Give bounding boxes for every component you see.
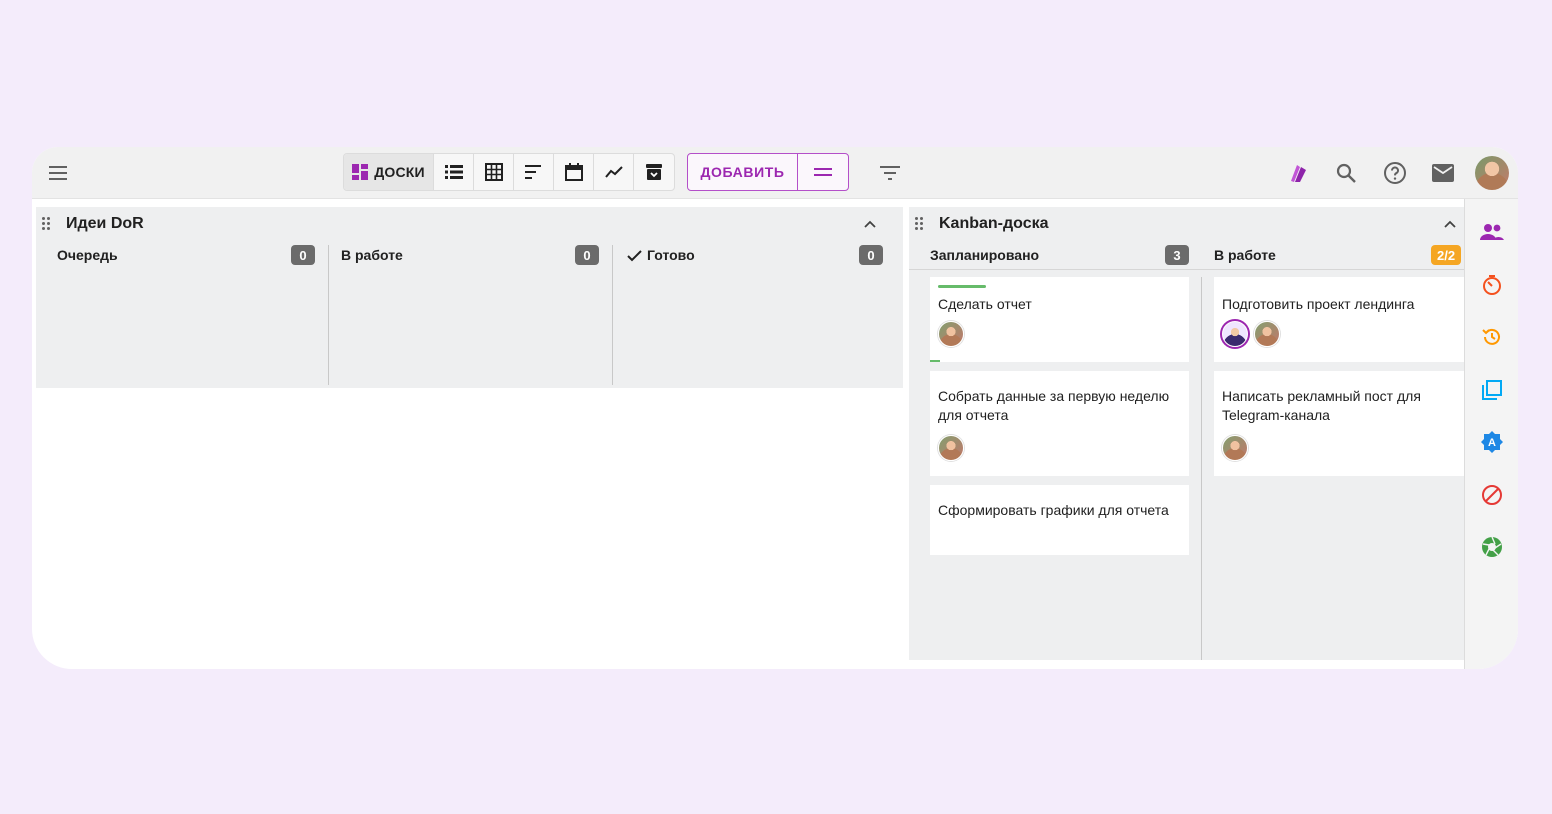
view-boards-button[interactable]: ДОСКИ [344, 154, 434, 190]
view-chart-button[interactable] [594, 154, 634, 190]
view-list-button[interactable] [434, 154, 474, 190]
view-gantt-button[interactable] [514, 154, 554, 190]
column-title: Очередь [57, 247, 118, 263]
column-working: В работе 2/2 Подготовить проект лендинга… [1193, 241, 1464, 651]
timer-icon[interactable] [1479, 272, 1505, 298]
assignee-avatar[interactable] [1222, 321, 1248, 347]
column-queue: Очередь 0 [36, 241, 320, 381]
search-icon[interactable] [1332, 159, 1360, 187]
assignee-avatar[interactable] [938, 435, 964, 461]
task-card[interactable]: Сделать отчет [930, 277, 1189, 362]
grid-icon [484, 163, 503, 181]
people-icon[interactable] [1479, 219, 1505, 245]
list-icon [444, 165, 463, 179]
archive-icon [646, 164, 662, 180]
board-title: Kanban-доска [939, 215, 1049, 232]
user-avatar[interactable] [1475, 156, 1509, 190]
help-icon[interactable] [1381, 159, 1409, 187]
aperture-icon[interactable] [1479, 534, 1505, 560]
filter-icon[interactable] [878, 161, 902, 185]
equals-icon [814, 168, 832, 176]
column-header[interactable]: Запланировано 3 [909, 241, 1193, 269]
card-title: Написать рекламный пост для Telegram-кан… [1222, 388, 1421, 423]
history-icon[interactable] [1479, 324, 1505, 350]
copy-icon[interactable] [1479, 377, 1505, 403]
boards-icon [352, 164, 369, 180]
menu-icon[interactable] [46, 161, 70, 185]
board-header: Идеи DoR [36, 207, 903, 241]
card-title: Подготовить проект лендинга [1222, 296, 1415, 312]
trend-icon [604, 166, 623, 178]
right-sidebar: A [1464, 199, 1518, 669]
collapse-icon[interactable] [862, 216, 878, 232]
board-header: Kanban-доска [909, 207, 1464, 241]
count-badge: 0 [575, 245, 599, 265]
board-title: Идеи DoR [66, 215, 144, 232]
column-title: В работе [1214, 247, 1276, 263]
column-done: Готово 0 [604, 241, 888, 381]
column-header[interactable]: Очередь 0 [36, 241, 320, 269]
column-in-progress: В работе 0 [320, 241, 604, 381]
task-card[interactable]: Подготовить проект лендинга [1214, 277, 1464, 362]
add-button-group: ДОБАВИТЬ [687, 153, 849, 191]
block-icon[interactable] [1479, 482, 1505, 508]
task-card[interactable]: Сформировать графики для отчета [930, 485, 1189, 555]
board-ideas-dor: Идеи DoR Очередь 0 В работе 0 Готово 0 [36, 207, 903, 388]
card-title: Сделать отчет [938, 296, 1032, 312]
card-title: Сформировать графики для отчета [938, 502, 1169, 518]
assignee-avatar[interactable] [938, 321, 964, 347]
wip-limit-badge: 2/2 [1431, 245, 1462, 265]
check-icon [627, 250, 642, 262]
column-title: В работе [341, 247, 403, 263]
count-badge: 3 [1165, 245, 1189, 265]
column-title: Готово [647, 247, 695, 263]
column-header[interactable]: Готово 0 [604, 241, 888, 269]
view-calendar-button[interactable] [554, 154, 594, 190]
add-options-button[interactable] [798, 154, 848, 190]
drag-handle-icon[interactable] [915, 217, 925, 231]
column-title: Запланировано [930, 247, 1040, 263]
mail-icon[interactable] [1429, 159, 1457, 187]
card-title: Собрать данные за первую неделю для отче… [938, 388, 1170, 423]
badge-a-icon[interactable]: A [1479, 429, 1505, 455]
add-button[interactable]: ДОБАВИТЬ [688, 154, 798, 190]
svg-text:A: A [1488, 437, 1496, 449]
view-archive-button[interactable] [634, 154, 674, 190]
view-table-button[interactable] [474, 154, 514, 190]
column-planned: Запланировано 3 Сделать отчет Собрать да… [909, 241, 1193, 651]
assignee-avatar[interactable] [1222, 435, 1248, 461]
view-switcher: ДОСКИ [343, 153, 675, 191]
task-card[interactable]: Написать рекламный пост для Telegram-кан… [1214, 371, 1464, 476]
app-window: ДОСКИ ДОБАВИТЬ Идеи DoR Очередь 0 В рабо… [32, 147, 1518, 669]
board-kanban: Kanban-доска Запланировано 3 Сделать отч… [909, 207, 1464, 660]
collapse-icon[interactable] [1442, 216, 1458, 232]
column-header[interactable]: В работе 2/2 [1193, 241, 1464, 269]
progress-bar [938, 285, 986, 288]
drag-handle-icon[interactable] [42, 217, 52, 231]
gantt-icon [524, 165, 541, 179]
view-boards-label: ДОСКИ [374, 164, 425, 180]
progress-indicator [930, 360, 940, 362]
count-badge: 0 [859, 245, 883, 265]
calendar-icon [564, 163, 583, 181]
column-header[interactable]: В работе 0 [320, 241, 604, 269]
app-logo-icon[interactable] [1284, 159, 1312, 187]
count-badge: 0 [291, 245, 315, 265]
toolbar: ДОСКИ ДОБАВИТЬ [32, 147, 1518, 199]
task-card[interactable]: Собрать данные за первую неделю для отче… [930, 371, 1189, 476]
assignee-avatar[interactable] [1254, 321, 1280, 347]
